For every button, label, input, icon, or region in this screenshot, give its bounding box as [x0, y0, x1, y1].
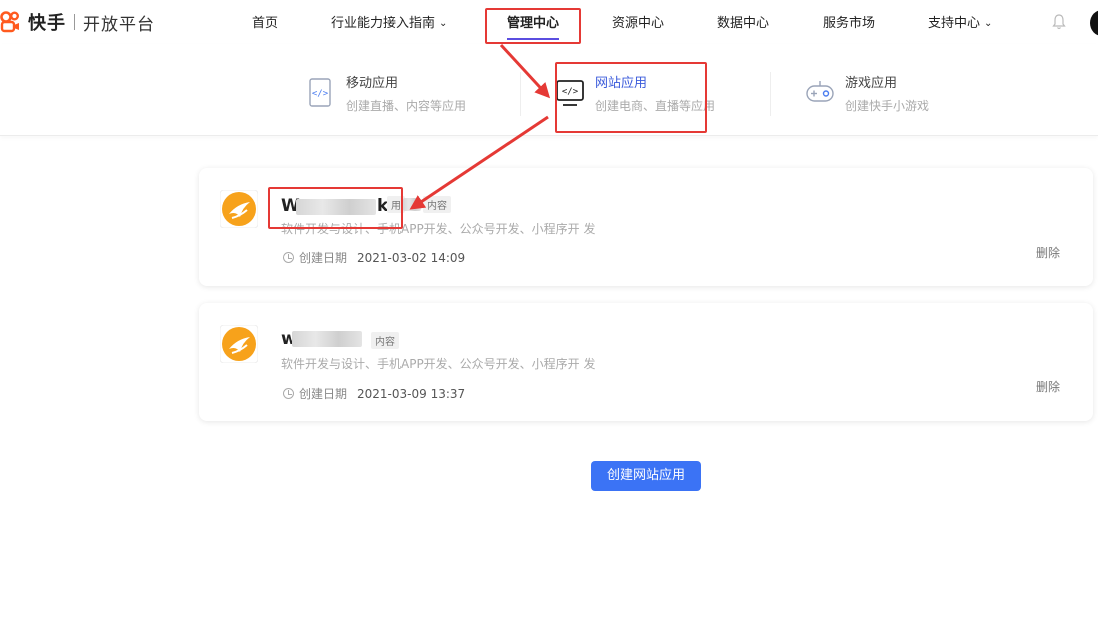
- annotation-arrow: [499, 43, 551, 99]
- annotation-arrow: [409, 115, 549, 210]
- annotation-arrows: [409, 43, 551, 210]
